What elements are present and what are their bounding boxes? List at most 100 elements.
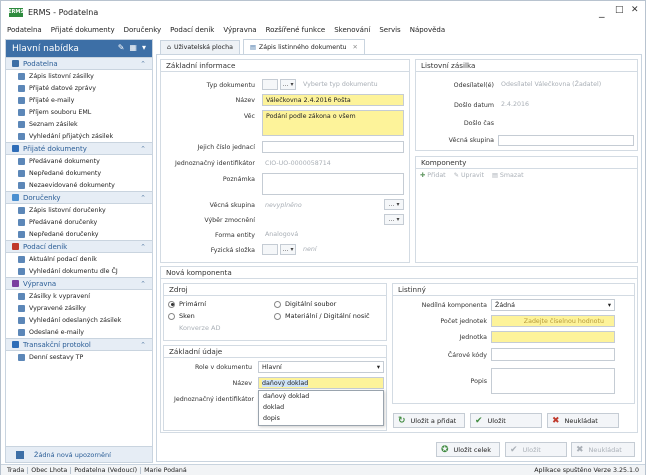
jednotka-field[interactable] xyxy=(491,331,615,343)
menu-podatelna[interactable]: Podatelna xyxy=(7,26,42,34)
item-icon xyxy=(18,96,25,104)
suggestion-danovy-doklad[interactable]: daňový doklad xyxy=(259,391,383,402)
sidebar-item[interactable]: Předávané doručenky xyxy=(6,216,152,228)
sidebar-item[interactable]: Seznam zásilek xyxy=(6,118,152,130)
pin-icon[interactable]: ✎ xyxy=(118,43,125,52)
menu-prijate-dokumenty[interactable]: Přijaté dokumenty xyxy=(51,26,115,34)
collapse-icon[interactable]: ⌃ xyxy=(140,60,146,68)
fyz-code-field[interactable] xyxy=(262,244,278,255)
sidebar-item[interactable]: Vypravené zásilky xyxy=(6,302,152,314)
section-title: Doručenky xyxy=(23,193,61,202)
sidebar-section-3[interactable]: Podací deník ⌃ xyxy=(6,240,152,253)
vecna-skupina-pick[interactable]: … ▾ xyxy=(384,199,404,210)
menu-rozsirene-funkce[interactable]: Rozšířené funkce xyxy=(266,26,326,34)
discard-component-button[interactable]: ✖ Neukládat xyxy=(547,413,619,428)
sidebar-section-1[interactable]: Přijaté dokumenty ⌃ xyxy=(6,142,152,155)
sidebar-item[interactable]: Nepředané dokumenty xyxy=(6,167,152,179)
sidebar-item[interactable]: Příjem souboru EML xyxy=(6,106,152,118)
document-icon: ▤ xyxy=(249,43,256,51)
typ-code-field[interactable] xyxy=(262,79,278,90)
sidebar-item[interactable]: Přijaté datové zprávy xyxy=(6,82,152,94)
popis-field[interactable] xyxy=(491,368,615,394)
status-obec: Obec Lhota xyxy=(28,466,72,474)
menu-skenovani[interactable]: Skenování xyxy=(334,26,370,34)
delete-label: Smazat xyxy=(499,172,524,179)
collapse-icon[interactable]: ⌃ xyxy=(140,280,146,288)
sidebar-item[interactable]: Aktuální podací deník xyxy=(6,253,152,265)
add-component-button[interactable]: ✚ Přidat xyxy=(420,172,446,179)
listinny-panel: Listinný Nedílná komponenta Žádná ▾ Počet… xyxy=(392,283,635,404)
zakladni-udaje-panel: Základní údaje Role v dokumentu Hlavní ▾ … xyxy=(163,345,387,431)
collapse-icon[interactable]: ⌃ xyxy=(140,243,146,251)
role-select[interactable]: Hlavní ▾ xyxy=(258,361,384,373)
item-label: Vypravené zásilky xyxy=(29,304,86,312)
tab-uzivatelska-plocha[interactable]: ⌂ Uživatelská plocha xyxy=(160,40,240,54)
save-button[interactable]: ✔ Uložit xyxy=(505,442,567,457)
sidebar-item[interactable]: Odeslané e-maily xyxy=(6,326,152,338)
save-all-button[interactable]: ✪ Uložit celek xyxy=(436,442,500,457)
jejich-cj-field[interactable] xyxy=(262,141,404,153)
chevron-down-icon[interactable]: ▾ xyxy=(142,43,146,52)
sidebar-section-0[interactable]: Podatelna ⌃ xyxy=(6,57,152,70)
odesilatel-label: Odesílatel(é) xyxy=(453,82,494,89)
collapse-icon[interactable]: ⌃ xyxy=(140,341,146,349)
vecna-skupina-value: nevyplněno xyxy=(262,199,380,211)
vecna-skupina-field-2[interactable] xyxy=(498,135,634,146)
sidebar-section-5[interactable]: Transakční protokol ⌃ xyxy=(6,338,152,351)
maximize-button[interactable]: □ xyxy=(615,5,624,15)
tab-zapis-listinneho-dokumentu[interactable]: ▤ Zápis listinného dokumentu ✕ xyxy=(242,39,365,54)
menu-podaci-denik[interactable]: Podací deník xyxy=(170,26,214,34)
layout-icon[interactable]: ▦ xyxy=(129,43,137,52)
suggestion-dopis[interactable]: dopis xyxy=(259,413,383,424)
edit-component-button[interactable]: ✎ Upravit xyxy=(454,172,484,179)
sidebar-section-4[interactable]: Výpravna ⌃ xyxy=(6,277,152,290)
close-button[interactable]: ✕ xyxy=(631,5,639,15)
radio-digitalni-soubor[interactable]: Digitální soubor xyxy=(274,300,336,308)
pocet-field[interactable]: Zadejte číselnou hodnotu xyxy=(491,315,615,327)
nazev-field[interactable]: Válečkovna 2.4.2016 Pošta xyxy=(262,94,404,106)
radio-materialni[interactable]: Materiální / Digitální nosič xyxy=(274,312,370,320)
fyz-pick-button[interactable]: … ▾ xyxy=(280,244,296,255)
sidebar-item[interactable]: Vyhledání přijatých zásilek xyxy=(6,130,152,142)
menu-dorucenky[interactable]: Doručenky xyxy=(124,26,162,34)
menu-napoveda[interactable]: Nápověda xyxy=(410,26,445,34)
sidebar-item[interactable]: Nezaevidované dokumenty xyxy=(6,179,152,191)
collapse-icon[interactable]: ⌃ xyxy=(140,145,146,153)
poznamka-field[interactable] xyxy=(262,173,404,195)
menu-servis[interactable]: Servis xyxy=(379,26,400,34)
save-all-icon: ✪ xyxy=(441,444,449,455)
komp-nazev-field[interactable]: daňový doklad xyxy=(258,377,384,389)
carove-kody-field[interactable] xyxy=(491,348,615,361)
odesilatel-value[interactable]: Odesílatel Válečkovna (Žadatel) xyxy=(498,79,634,90)
sidebar-item[interactable]: Nepředané doručenky xyxy=(6,228,152,240)
carove-kody-label: Čárové kódy xyxy=(447,352,487,359)
item-icon xyxy=(18,230,25,238)
minimize-button[interactable]: _ xyxy=(599,5,605,18)
doslo-datum-value[interactable]: 2.4.2016 xyxy=(498,99,548,110)
sidebar-item[interactable]: Předávané dokumenty xyxy=(6,155,152,167)
vyber-zmocneni-pick[interactable]: … ▾ xyxy=(384,214,404,225)
radio-primarni[interactable]: Primární xyxy=(168,300,206,308)
save-and-add-button[interactable]: ↻ Uložit a přidat xyxy=(393,413,465,428)
collapse-icon[interactable]: ⌃ xyxy=(140,194,146,202)
radio-sken[interactable]: Sken xyxy=(168,312,195,320)
discard-button[interactable]: ✖ Neukládat xyxy=(571,442,635,457)
panel-title: Nová komponenta xyxy=(161,267,637,279)
sidebar-item[interactable]: Zápis listovní zásilky xyxy=(6,70,152,82)
sidebar-item[interactable]: Vyhledání dokumentu dle ČJ xyxy=(6,265,152,277)
close-tab-icon[interactable]: ✕ xyxy=(353,44,358,51)
notification-bar[interactable]: Žádná nová upozornění xyxy=(6,446,152,462)
nedilna-select[interactable]: Žádná ▾ xyxy=(491,299,615,311)
suggestion-doklad[interactable]: doklad xyxy=(259,402,383,413)
sidebar-item[interactable]: Zásilky k vypravení xyxy=(6,290,152,302)
typ-pick-button[interactable]: … ▾ xyxy=(280,79,296,90)
delete-component-button[interactable]: ▤ Smazat xyxy=(492,172,524,179)
sidebar-section-2[interactable]: Doručenky ⌃ xyxy=(6,191,152,204)
save-component-button[interactable]: ✔ Uložit xyxy=(470,413,542,428)
sidebar-item[interactable]: Denní sestavy TP xyxy=(6,351,152,363)
menu-vypravna[interactable]: Výpravna xyxy=(223,26,256,34)
sidebar-item[interactable]: Zápis listovní doručenky xyxy=(6,204,152,216)
vec-field[interactable]: Podání podle zákona o všem xyxy=(262,110,404,136)
sidebar-item[interactable]: Vyhledání odeslaných zásilek xyxy=(6,314,152,326)
sidebar-item[interactable]: Přijaté e-maily xyxy=(6,94,152,106)
